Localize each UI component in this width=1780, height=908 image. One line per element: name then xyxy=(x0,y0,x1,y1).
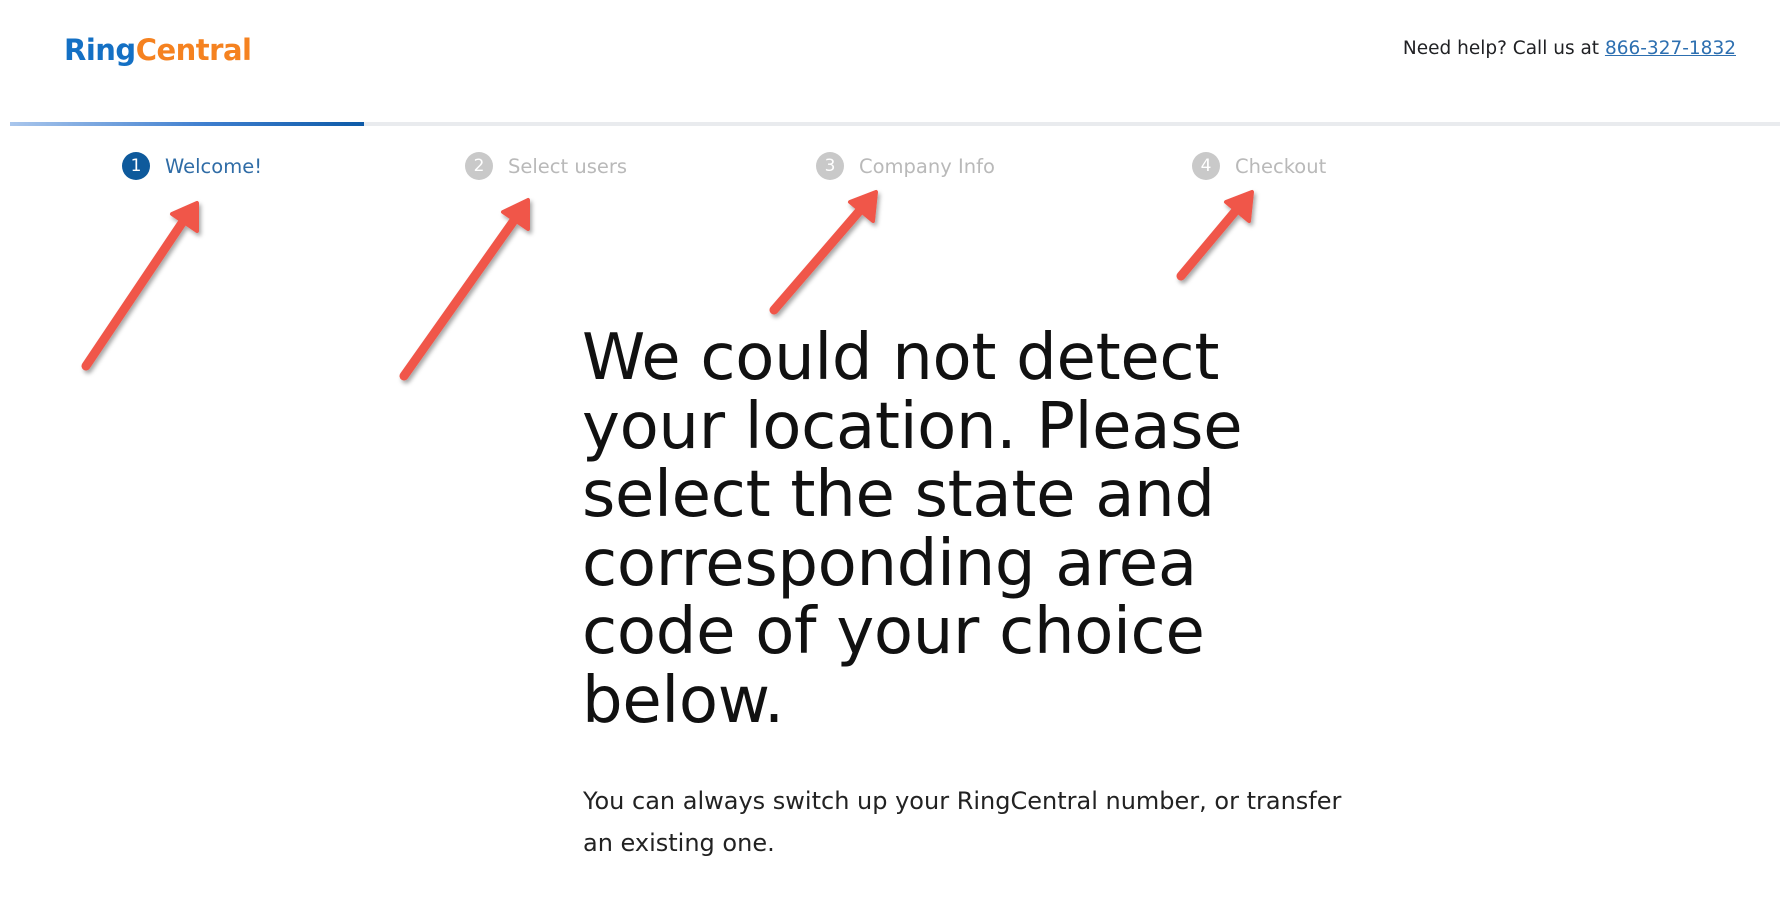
arrow-to-select-users-step xyxy=(399,198,530,381)
step-label-company-info: Company Info xyxy=(859,154,995,178)
step-number-3: 3 xyxy=(816,152,844,180)
progress-track xyxy=(10,122,1780,126)
page-subtext: You can always switch up your RingCentra… xyxy=(583,787,1342,857)
step-number-4: 4 xyxy=(1192,152,1220,180)
step-number-1: 1 xyxy=(122,152,150,180)
page-headline: We could not detect your location. Pleas… xyxy=(582,321,1243,738)
step-label-welcome: Welcome! xyxy=(165,154,263,178)
arrow-to-welcome-step xyxy=(81,201,199,371)
step-welcome: 1 Welcome! xyxy=(122,152,262,180)
arrow-to-checkout-step xyxy=(1176,190,1254,281)
step-label-checkout: Checkout xyxy=(1235,154,1327,178)
step-checkout: 4 Checkout xyxy=(1192,152,1326,180)
help-contact: Need help? Call us at 866-327-1832 xyxy=(1403,38,1736,59)
step-select-users: 2 Select users xyxy=(465,152,627,180)
logo-central-text: Central xyxy=(135,33,252,67)
ringcentral-logo[interactable]: RingCentral xyxy=(64,30,252,70)
arrow-to-company-info-step xyxy=(769,190,878,315)
progress-fill xyxy=(10,122,364,126)
step-company-info: 3 Company Info xyxy=(816,152,995,180)
signup-page: RingCentral Need help? Call us at 866-32… xyxy=(0,0,1780,908)
help-phone-link[interactable]: 866-327-1832 xyxy=(1605,38,1736,59)
step-number-2: 2 xyxy=(465,152,493,180)
logo-ring-text: Ring xyxy=(64,33,136,67)
help-text: Need help? Call us at xyxy=(1402,38,1605,59)
step-label-select-users: Select users xyxy=(508,154,628,178)
